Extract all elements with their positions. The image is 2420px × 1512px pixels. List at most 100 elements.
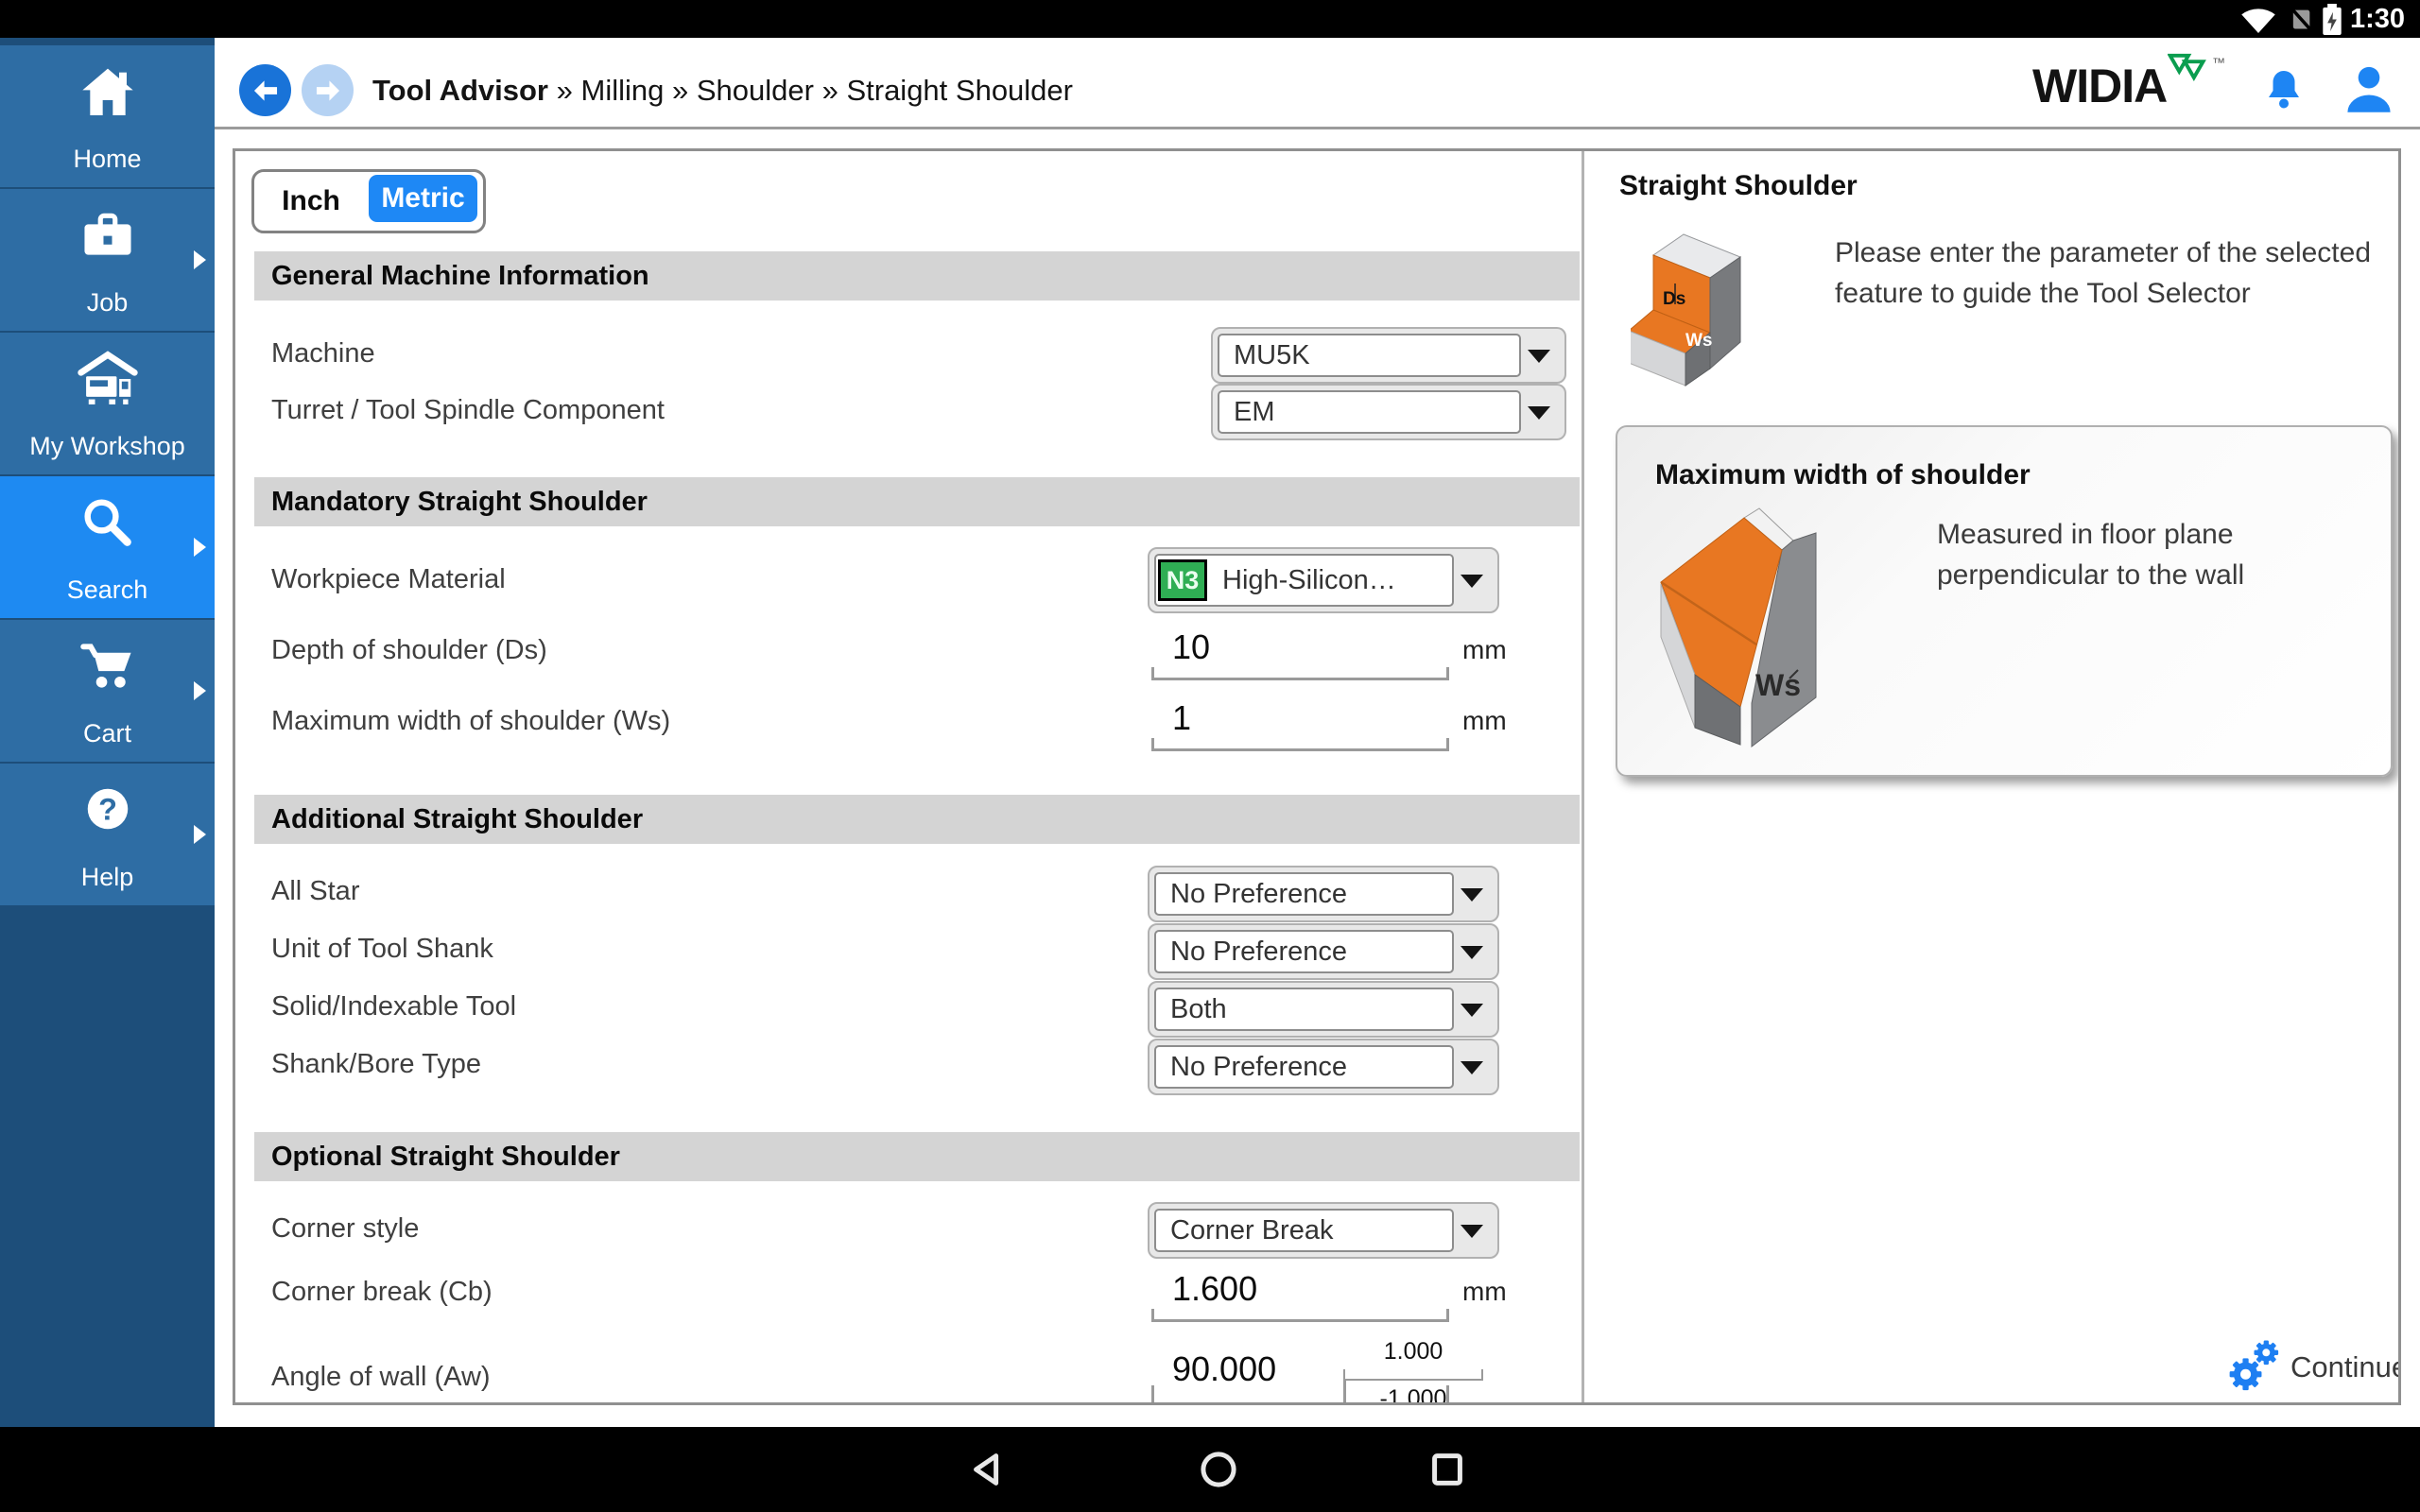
breadcrumb-separator: » bbox=[822, 74, 838, 107]
turret-value: EM bbox=[1219, 397, 1275, 428]
notifications-bell-icon[interactable] bbox=[2261, 66, 2307, 113]
diagram-ws-label: Ws bbox=[1685, 331, 1713, 351]
dropdown-value-box: Corner Break bbox=[1154, 1209, 1454, 1252]
input-underline bbox=[1151, 1309, 1449, 1322]
breadcrumb-root[interactable]: Tool Advisor bbox=[372, 74, 548, 107]
gears-icon bbox=[2226, 1340, 2281, 1395]
trademark-symbol: ™ bbox=[2212, 55, 2225, 70]
diagram-ws-label: Ws bbox=[1755, 668, 1801, 702]
toggle-inch[interactable]: Inch bbox=[254, 172, 368, 231]
content-card: Inch Metric General Machine Information … bbox=[233, 148, 2401, 1405]
clock-time: 1:30 bbox=[2350, 4, 2405, 35]
dropdown-value-box: MU5K bbox=[1218, 334, 1521, 377]
wifi-icon bbox=[2237, 7, 2280, 33]
all-star-value: No Preference bbox=[1156, 879, 1347, 910]
corner-break-input[interactable] bbox=[1172, 1269, 1409, 1309]
android-back-icon[interactable] bbox=[966, 1448, 1010, 1491]
corner-style-label: Corner style bbox=[271, 1210, 419, 1247]
status-bar: 1:30 bbox=[0, 0, 2420, 38]
dropdown-arrow-icon bbox=[1461, 1004, 1483, 1017]
dropdown-arrow-icon bbox=[1461, 946, 1483, 959]
all-star-label: All Star bbox=[271, 872, 359, 910]
sidebar-item-home[interactable]: Home bbox=[0, 45, 215, 187]
workshop-icon bbox=[77, 350, 139, 408]
chevron-right-icon bbox=[194, 538, 206, 557]
dropdown-arrow-icon bbox=[1528, 406, 1550, 420]
brand-name: WIDIA bbox=[2032, 60, 2167, 112]
section-header-additional: Additional Straight Shoulder bbox=[254, 795, 1580, 844]
dropdown-arrow-icon bbox=[1461, 1225, 1483, 1238]
arrow-right-icon bbox=[312, 75, 344, 107]
breadcrumb-separator: » bbox=[557, 74, 573, 107]
solid-indexable-label: Solid/Indexable Tool bbox=[271, 988, 516, 1025]
section-header-optional: Optional Straight Shoulder bbox=[254, 1132, 1580, 1181]
question-mark-glyph: ? bbox=[98, 792, 117, 826]
straight-shoulder-diagram: Ds Ws bbox=[1631, 227, 1782, 387]
workpiece-material-dropdown[interactable]: N3 High-Silicon… bbox=[1148, 547, 1499, 613]
search-icon bbox=[78, 493, 137, 552]
shank-bore-type-dropdown[interactable]: No Preference bbox=[1148, 1039, 1499, 1095]
material-group-badge: N3 bbox=[1158, 559, 1207, 601]
breadcrumb-separator: » bbox=[672, 74, 688, 107]
android-recents-icon[interactable] bbox=[1426, 1448, 1469, 1491]
dropdown-value-box: No Preference bbox=[1154, 872, 1454, 916]
sidebar-item-job[interactable]: Job bbox=[0, 189, 215, 331]
angle-tolerance-minus-input[interactable] bbox=[1343, 1385, 1483, 1405]
corner-style-dropdown[interactable]: Corner Break bbox=[1148, 1202, 1499, 1259]
sidebar-item-label: Cart bbox=[0, 719, 215, 748]
breadcrumb: Tool Advisor » Milling » Shoulder » Stra… bbox=[372, 74, 1073, 108]
depth-of-shoulder-input[interactable] bbox=[1172, 627, 1409, 667]
input-underline-fragment bbox=[1343, 1380, 1346, 1402]
right-panel-intro: Please enter the parameter of the select… bbox=[1835, 232, 2383, 314]
parameter-info-card: Maximum width of shoulder Ws Measured in… bbox=[1616, 425, 2393, 777]
unit-of-tool-shank-dropdown[interactable]: No Preference bbox=[1148, 923, 1499, 980]
widia-mark-icon bbox=[2168, 51, 2209, 87]
unit-label: mm bbox=[1462, 631, 1507, 669]
unit-of-tool-shank-label: Unit of Tool Shank bbox=[271, 930, 493, 968]
workpiece-material-label: Workpiece Material bbox=[271, 560, 506, 598]
sidebar-item-search[interactable]: Search bbox=[0, 476, 215, 618]
corner-break-field bbox=[1151, 1263, 1449, 1322]
continue-label: Continue bbox=[2290, 1350, 2401, 1384]
turret-label: Turret / Tool Spindle Component bbox=[271, 391, 665, 429]
machine-dropdown[interactable]: MU5K bbox=[1211, 327, 1566, 384]
sidebar-item-my-workshop[interactable]: My Workshop bbox=[0, 333, 215, 474]
continue-button[interactable]: Continue bbox=[2226, 1340, 2401, 1395]
breadcrumb-item-milling[interactable]: Milling bbox=[581, 74, 665, 107]
angle-tolerance-plus-field bbox=[1343, 1338, 1483, 1381]
widia-logo: WIDIA ™ bbox=[2032, 59, 2167, 113]
account-profile-icon[interactable] bbox=[2342, 62, 2395, 115]
arrow-left-icon bbox=[250, 75, 282, 107]
sidebar-item-label: Search bbox=[0, 576, 215, 605]
turret-dropdown[interactable]: EM bbox=[1211, 384, 1566, 440]
all-star-dropdown[interactable]: No Preference bbox=[1148, 866, 1499, 922]
battery-charging-icon bbox=[2320, 4, 2344, 35]
info-card-title: Maximum width of shoulder bbox=[1655, 459, 2031, 491]
back-button[interactable] bbox=[239, 64, 291, 116]
forward-button[interactable] bbox=[302, 64, 354, 116]
solid-indexable-dropdown[interactable]: Both bbox=[1148, 981, 1499, 1038]
header-divider bbox=[215, 127, 2420, 129]
input-underline bbox=[1343, 1369, 1483, 1381]
angle-of-wall-label: Angle of wall (Aw) bbox=[271, 1358, 491, 1396]
dropdown-arrow-icon bbox=[1528, 350, 1550, 363]
android-home-icon[interactable] bbox=[1197, 1448, 1240, 1491]
toggle-metric[interactable]: Metric bbox=[369, 175, 477, 222]
sidebar-item-label: Job bbox=[0, 288, 215, 318]
unit-of-tool-shank-value: No Preference bbox=[1156, 936, 1347, 968]
right-panel-title: Straight Shoulder bbox=[1619, 170, 1858, 202]
sidebar-item-help[interactable]: ? Help bbox=[0, 764, 215, 905]
unit-label: mm bbox=[1462, 702, 1507, 740]
max-width-of-shoulder-input[interactable] bbox=[1172, 698, 1409, 738]
sidebar-item-cart[interactable]: Cart bbox=[0, 620, 215, 762]
android-nav-bar bbox=[0, 1427, 2420, 1512]
angle-tolerance-plus-input[interactable] bbox=[1343, 1338, 1483, 1366]
briefcase-icon bbox=[78, 206, 137, 265]
dropdown-arrow-icon bbox=[1461, 575, 1483, 588]
input-underline bbox=[1151, 738, 1449, 751]
chevron-right-icon bbox=[194, 825, 206, 844]
breadcrumb-item-shoulder[interactable]: Shoulder bbox=[697, 74, 814, 107]
sidebar-item-label: Help bbox=[0, 863, 215, 892]
sidebar-item-label: My Workshop bbox=[0, 432, 215, 461]
breadcrumb-item-current: Straight Shoulder bbox=[846, 74, 1073, 107]
